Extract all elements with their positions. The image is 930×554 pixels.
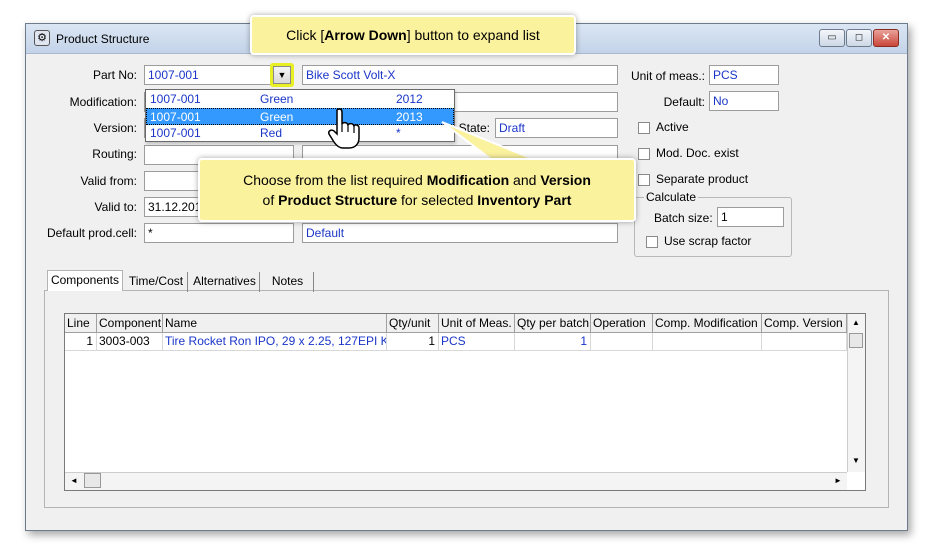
dropdown-version: * — [396, 126, 401, 140]
cell-comp-version[interactable] — [762, 333, 847, 351]
mod-doc-exist-checkbox[interactable] — [638, 148, 650, 160]
components-grid[interactable]: Line Component Name Qty/unit Unit of Mea… — [64, 313, 866, 491]
vertical-scroll-thumb[interactable] — [849, 333, 863, 348]
default-prod-cell-desc: Default — [302, 223, 618, 243]
tab-components[interactable]: Components — [47, 270, 123, 291]
valid-from-label: Valid from: — [80, 174, 137, 188]
callout-bold: Arrow Down — [324, 27, 407, 43]
callout-text: and — [509, 172, 541, 188]
cell-qty-per-batch[interactable]: 1 — [515, 333, 591, 351]
cell-unit-of-meas[interactable]: PCS — [439, 333, 515, 351]
scroll-right-icon[interactable]: ► — [831, 474, 845, 488]
callout-line-1: Choose from the list required Modificati… — [200, 170, 634, 190]
tab-alternatives[interactable]: Alternatives — [190, 272, 260, 292]
tab-notes[interactable]: Notes — [262, 272, 314, 292]
batch-size-label: Batch size: — [654, 211, 713, 225]
part-description-field: Bike Scott Volt-X — [302, 65, 618, 85]
callout-text: Choose from the list required — [243, 172, 427, 188]
column-header-qty-unit[interactable]: Qty/unit — [387, 314, 439, 333]
cell-name[interactable]: Tire Rocket Ron IPO, 29 x 2.25, 127EPI K — [163, 333, 387, 351]
unit-of-meas-field[interactable]: PCS — [709, 65, 779, 85]
callout-text: Click [ — [286, 27, 325, 43]
default-prod-cell-field[interactable]: * — [144, 223, 294, 243]
dropdown-version: 2012 — [396, 92, 423, 106]
horizontal-scrollbar[interactable] — [65, 472, 847, 490]
modification-label: Modification: — [69, 95, 137, 109]
callout-bold: Modification — [426, 172, 510, 188]
dropdown-row[interactable]: 1007-001 Red * — [146, 125, 454, 142]
column-header-name[interactable]: Name — [163, 314, 387, 333]
active-label: Active — [656, 120, 689, 134]
instruction-callout-middle: Choose from the list required Modificati… — [198, 158, 636, 222]
valid-to-label: Valid to: — [94, 200, 137, 214]
arrow-down-button[interactable]: ▼ — [273, 66, 291, 84]
scroll-up-icon[interactable]: ▲ — [847, 316, 865, 330]
callout-bold: Product Structure — [278, 192, 398, 208]
column-header-unit-of-meas[interactable]: Unit of Meas. — [439, 314, 515, 333]
default-field[interactable]: No — [709, 91, 779, 111]
dropdown-part: 1007-001 — [150, 92, 201, 106]
dropdown-row-selected[interactable]: 1007-001 Green 2013 — [146, 108, 454, 125]
scroll-down-icon[interactable]: ▼ — [847, 454, 865, 468]
callout-bold: Inventory Part — [477, 192, 572, 208]
window-title: Product Structure — [56, 32, 150, 46]
dropdown-part: 1007-001 — [150, 110, 201, 124]
dropdown-part: 1007-001 — [150, 126, 201, 140]
active-checkbox[interactable] — [638, 122, 650, 134]
dropdown-row[interactable]: 1007-001 Green 2012 — [146, 91, 454, 108]
column-header-comp-version[interactable]: Comp. Version — [762, 314, 847, 333]
cell-component[interactable]: 3003-003 — [97, 333, 163, 351]
cell-line[interactable]: 1 — [65, 333, 97, 351]
column-header-line[interactable]: Line — [65, 314, 97, 333]
maximize-button[interactable]: ◻ — [846, 29, 872, 47]
separate-product-label: Separate product — [656, 172, 749, 186]
dropdown-modification: Green — [260, 92, 294, 106]
batch-size-field[interactable]: 1 — [717, 207, 784, 227]
dropdown-version: 2013 — [396, 110, 423, 124]
product-structure-icon: ⚙ — [34, 30, 50, 46]
callout-text: of — [262, 192, 279, 208]
dropdown-modification: Green — [260, 110, 294, 124]
callout-text: ] button to expand list — [406, 27, 540, 43]
use-scrap-factor-checkbox[interactable] — [646, 236, 658, 248]
column-header-operation[interactable]: Operation — [591, 314, 653, 333]
callout-line-2: of Product Structure for selected Invent… — [200, 190, 634, 210]
hand-pointer-icon — [328, 108, 360, 149]
default-label: Default: — [663, 95, 705, 109]
cell-qty-unit[interactable]: 1 — [387, 333, 439, 351]
callout-text: for selected — [397, 192, 478, 208]
horizontal-scroll-thumb[interactable] — [84, 473, 101, 488]
column-header-comp-modification[interactable]: Comp. Modification — [653, 314, 762, 333]
part-dropdown-list[interactable]: 1007-001 Green 2012 1007-001 Green 2013 … — [145, 89, 455, 142]
cell-operation[interactable] — [591, 333, 653, 351]
tab-time-cost[interactable]: Time/Cost — [125, 272, 188, 292]
unit-of-meas-label: Unit of meas.: — [630, 69, 705, 83]
routing-label: Routing: — [92, 147, 137, 161]
close-button[interactable]: ✕ — [873, 29, 899, 47]
calculate-group — [634, 197, 792, 257]
callout-bold: Version — [540, 172, 591, 188]
column-header-qty-per-batch[interactable]: Qty per batch — [515, 314, 591, 333]
version-label: Version: — [93, 121, 137, 135]
calculate-label: Calculate — [644, 190, 699, 204]
minimize-button[interactable]: ▭ — [819, 29, 845, 47]
cell-comp-modification[interactable] — [653, 333, 762, 351]
mod-doc-exist-label: Mod. Doc. exist — [656, 146, 739, 160]
scroll-left-icon[interactable]: ◄ — [67, 474, 81, 488]
use-scrap-factor-label: Use scrap factor — [664, 234, 752, 248]
instruction-callout-top: Click [Arrow Down] button to expand list — [250, 15, 576, 55]
dropdown-modification: Red — [260, 126, 283, 140]
default-prod-cell-label: Default prod.cell: — [46, 226, 137, 240]
part-no-label: Part No: — [92, 68, 137, 82]
separate-product-checkbox[interactable] — [638, 174, 650, 186]
column-header-component[interactable]: Component — [97, 314, 163, 333]
